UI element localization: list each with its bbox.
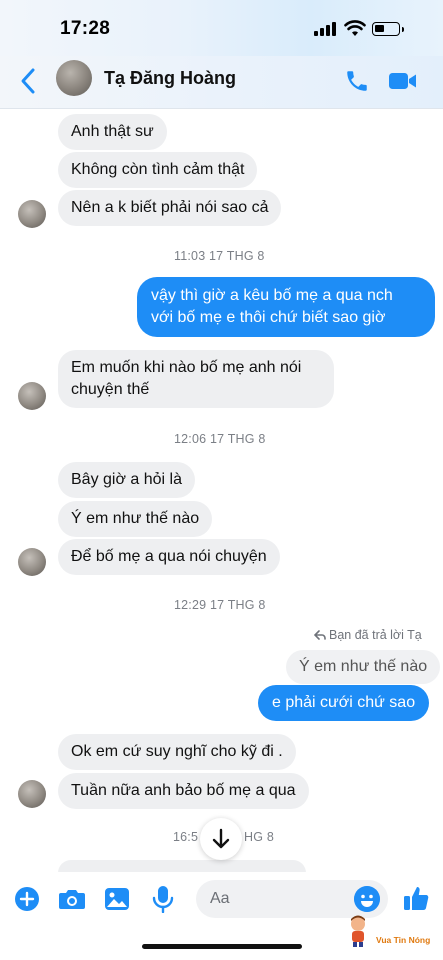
incoming-message[interactable]: Tuần nữa anh bảo bố mẹ a qua bbox=[58, 773, 309, 809]
video-call-icon[interactable] bbox=[388, 68, 418, 94]
emoji-icon[interactable] bbox=[354, 886, 380, 912]
timestamp: 12:29 17 THG 8 bbox=[174, 598, 266, 612]
quoted-message[interactable]: Ý em như thế nào bbox=[286, 650, 441, 684]
reply-label: Bạn đã trả lời Tạ bbox=[329, 628, 422, 642]
sender-avatar[interactable] bbox=[18, 548, 46, 576]
status-bar: 17:28 bbox=[0, 0, 443, 56]
incoming-message[interactable]: Bây giờ a hỏi là bbox=[58, 462, 195, 498]
phone-call-icon[interactable] bbox=[344, 68, 370, 94]
sender-avatar[interactable] bbox=[18, 200, 46, 228]
gallery-image-icon[interactable] bbox=[104, 886, 130, 912]
incoming-message[interactable]: Ok em cứ suy nghĩ cho kỹ đi . bbox=[58, 734, 296, 770]
sender-avatar[interactable] bbox=[18, 382, 46, 410]
message-input[interactable]: Aa bbox=[196, 880, 388, 918]
message-line: chuyện thế bbox=[71, 381, 150, 398]
incoming-message[interactable]: Không còn tình cảm thật bbox=[58, 152, 258, 188]
reply-arrow-icon bbox=[313, 630, 326, 640]
message-line: vậy thì giờ a kêu bố mẹ a qua nch bbox=[151, 287, 393, 304]
conversation-header: Tạ Đăng Hoàng bbox=[0, 56, 443, 109]
timestamp: HG 8 bbox=[244, 830, 274, 844]
message-composer: Aa Vua Tin Nóng bbox=[0, 872, 443, 960]
message-input-placeholder: Aa bbox=[210, 890, 230, 907]
incoming-message[interactable]: Em muốn khi nào bố mẹ anh nói chuyện thế bbox=[58, 350, 334, 408]
plus-circle-icon[interactable] bbox=[14, 886, 40, 912]
status-time: 17:28 bbox=[60, 18, 111, 39]
watermark-mascot-icon bbox=[351, 915, 365, 947]
incoming-message[interactable]: Để bố mẹ a qua nói chuyện bbox=[58, 539, 280, 575]
outgoing-message[interactable]: e phải cưới chứ sao bbox=[258, 685, 430, 721]
incoming-message[interactable]: Anh thật sư bbox=[58, 114, 167, 150]
thumbs-up-icon[interactable] bbox=[402, 884, 430, 912]
message-line: Em muốn khi nào bố mẹ anh nói bbox=[71, 359, 302, 376]
message-line: với bố mẹ e thôi chứ biết sao giờ bbox=[151, 309, 386, 326]
contact-avatar[interactable] bbox=[56, 60, 92, 96]
watermark-text: Vua Tin Nóng bbox=[376, 935, 431, 945]
sender-avatar[interactable] bbox=[18, 780, 46, 808]
message-list[interactable]: Anh thật sư Không còn tình cảm thật Nên … bbox=[0, 108, 443, 886]
incoming-message[interactable]: Ý em như thế nào bbox=[58, 501, 213, 537]
timestamp: 11:03 17 THG 8 bbox=[174, 249, 265, 263]
wifi-icon bbox=[344, 20, 366, 36]
microphone-icon[interactable] bbox=[152, 885, 174, 913]
cellular-signal-icon bbox=[314, 22, 338, 36]
contact-name[interactable]: Tạ Đăng Hoàng bbox=[104, 68, 236, 89]
home-indicator[interactable] bbox=[142, 944, 302, 949]
timestamp: 16:5 bbox=[173, 830, 199, 844]
outgoing-message[interactable]: vậy thì giờ a kêu bố mẹ a qua nch với bố… bbox=[137, 277, 435, 337]
back-arrow-icon[interactable] bbox=[18, 66, 40, 96]
timestamp: 12:06 17 THG 8 bbox=[174, 432, 266, 446]
arrow-down-icon bbox=[212, 828, 230, 849]
camera-icon[interactable] bbox=[58, 887, 86, 911]
battery-icon bbox=[372, 22, 404, 36]
reply-indicator: Bạn đã trả lời Tạ bbox=[313, 628, 422, 642]
scroll-to-bottom-button[interactable] bbox=[200, 818, 242, 860]
incoming-message[interactable]: Nên a k biết phải nói sao cả bbox=[58, 190, 282, 226]
